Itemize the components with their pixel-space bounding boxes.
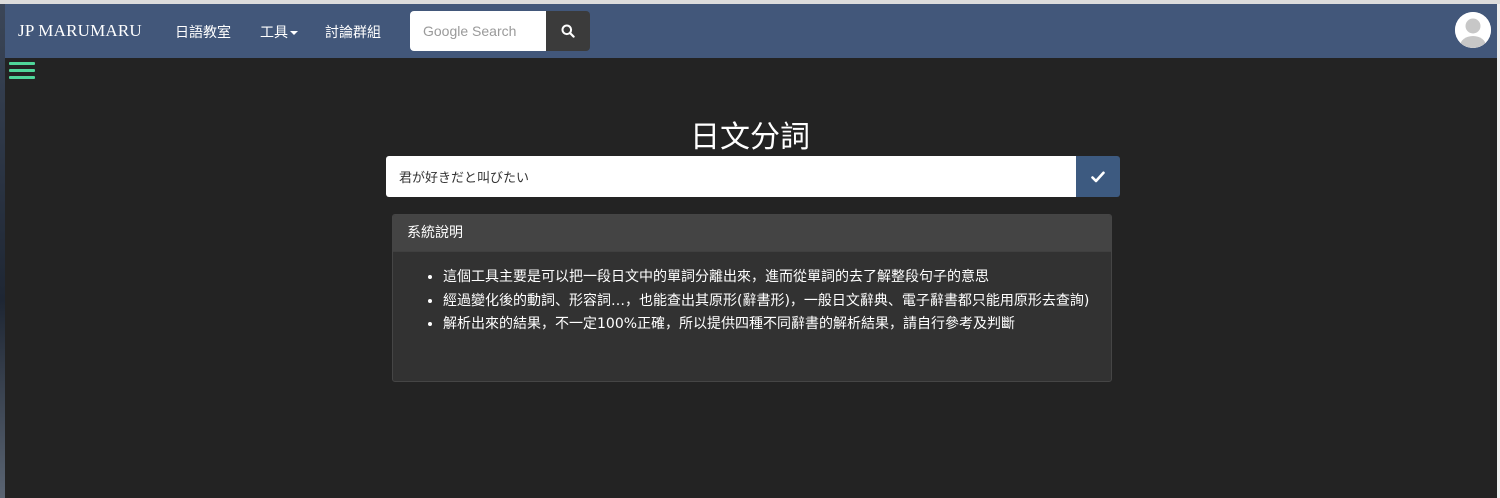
page: JP MARUMARU 日語教室 工具 討論群組 日文分詞: [0, 0, 1500, 498]
brand-logo[interactable]: JP MARUMARU: [18, 21, 142, 41]
hamburger-line: [9, 62, 35, 65]
hamburger-line: [9, 69, 35, 72]
page-title: 日文分詞: [690, 120, 810, 155]
caret-down-icon: [290, 31, 298, 35]
nav-item-japanese-class[interactable]: 日語教室: [175, 22, 231, 42]
list-item: 這個工具主要是可以把一段日文中的單詞分離出來，進而從單詞的去了解整段句子的意思: [443, 266, 1091, 290]
check-icon: [1091, 170, 1105, 182]
panel-body: 這個工具主要是可以把一段日文中的單詞分離出來，進而從單詞的去了解整段句子的意思 …: [393, 252, 1111, 337]
user-avatar-icon: [1455, 12, 1491, 48]
panel-heading: 系統說明: [393, 215, 1111, 252]
nav-item-tools-dropdown[interactable]: 工具: [260, 22, 298, 42]
search-button[interactable]: [546, 11, 590, 51]
list-item: 經過變化後的動詞、形容詞…，也能查出其原形(辭書形)，一般日文辭典、電子辭書都只…: [443, 290, 1091, 314]
list-item: 解析出來的結果，不一定100%正確，所以提供四種不同辭書的解析結果，請自行參考及…: [443, 313, 1091, 337]
submit-button[interactable]: [1076, 156, 1120, 197]
window-left-edge: [0, 4, 5, 498]
top-navbar: JP MARUMARU 日語教室 工具 討論群組: [5, 4, 1497, 58]
japanese-text-input[interactable]: [386, 156, 1077, 197]
nav-item-tools-label: 工具: [260, 25, 288, 41]
google-search-input[interactable]: [410, 11, 546, 51]
hamburger-line: [9, 76, 35, 79]
user-avatar[interactable]: [1455, 12, 1491, 48]
hamburger-menu-icon[interactable]: [9, 62, 35, 79]
info-list: 這個工具主要是可以把一段日文中的單詞分離出來，進而從單詞的去了解整段句子的意思 …: [425, 266, 1091, 337]
search-icon: [561, 24, 575, 38]
system-info-panel: 系統說明 這個工具主要是可以把一段日文中的單詞分離出來，進而從單詞的去了解整段句…: [392, 214, 1112, 382]
nav-item-discussion-group[interactable]: 討論群組: [325, 22, 381, 42]
